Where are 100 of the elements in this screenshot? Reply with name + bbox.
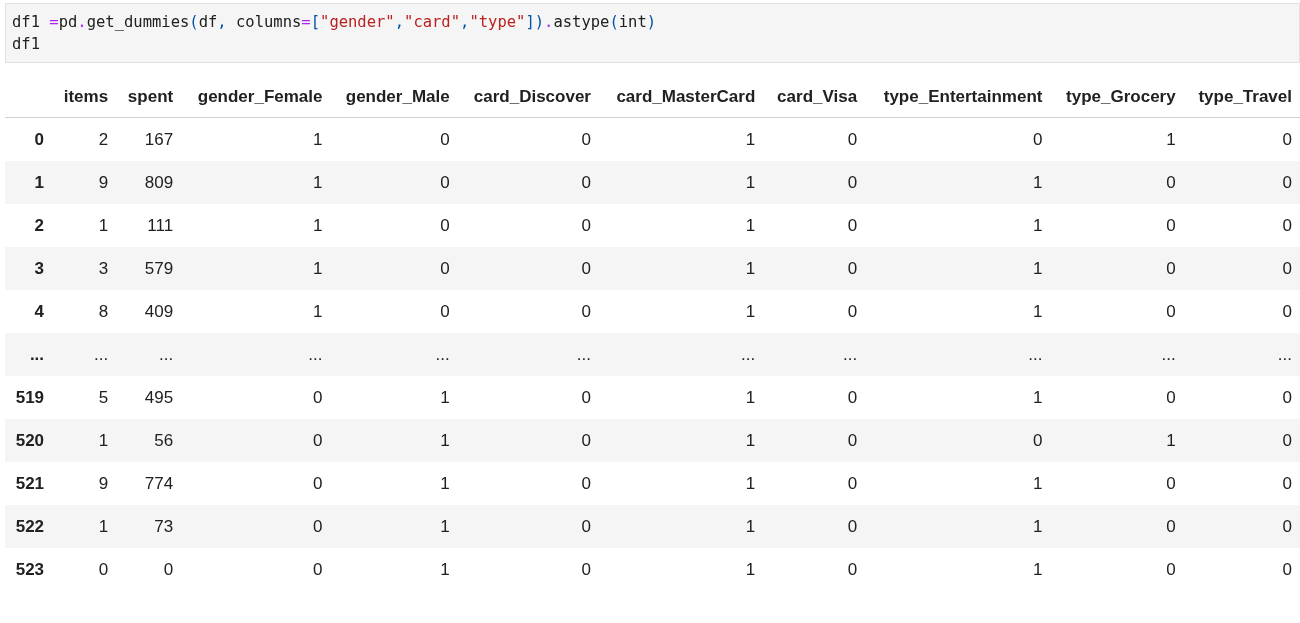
table-cell: 0 bbox=[1183, 419, 1300, 462]
code-cell[interactable]: df1 =pd.get_dummies(df, columns=["gender","card","type"]).astype(int) df1 bbox=[5, 3, 1300, 63]
table-cell: 1 bbox=[330, 376, 458, 419]
table-cell: 1 bbox=[865, 204, 1051, 247]
table-cell: 0 bbox=[763, 204, 866, 247]
table-cell: 1 bbox=[330, 419, 458, 462]
column-header: type_Grocery bbox=[1050, 77, 1184, 118]
table-cell: 0 bbox=[1183, 376, 1300, 419]
table-cell: 0 bbox=[330, 117, 458, 161]
column-header: gender_Male bbox=[330, 77, 458, 118]
table-cell: 1 bbox=[865, 376, 1051, 419]
table-cell: 0 bbox=[116, 548, 182, 591]
table-cell: 0 bbox=[457, 117, 599, 161]
table-cell: ... bbox=[1050, 333, 1184, 376]
table-cell: 1 bbox=[330, 462, 458, 505]
table-cell: 0 bbox=[1050, 548, 1184, 591]
row-index: 519 bbox=[5, 376, 53, 419]
table-cell: 0 bbox=[865, 117, 1051, 161]
table-cell: 495 bbox=[116, 376, 182, 419]
row-index: 4 bbox=[5, 290, 53, 333]
table-cell: 0 bbox=[1183, 548, 1300, 591]
table-cell: 1 bbox=[598, 161, 764, 204]
table-cell: 0 bbox=[763, 548, 866, 591]
table-cell: 0 bbox=[457, 247, 599, 290]
table-cell: 9 bbox=[52, 462, 117, 505]
table-cell: 1 bbox=[52, 419, 117, 462]
table-cell: 1 bbox=[598, 117, 764, 161]
table-cell: ... bbox=[763, 333, 866, 376]
row-index: 2 bbox=[5, 204, 53, 247]
table-cell: 0 bbox=[1183, 117, 1300, 161]
table-cell: 0 bbox=[1050, 376, 1184, 419]
table-cell: 1 bbox=[1050, 117, 1184, 161]
table-cell: 0 bbox=[457, 290, 599, 333]
table-cell: 0 bbox=[1183, 247, 1300, 290]
table-cell: 0 bbox=[1050, 505, 1184, 548]
table-cell: 8 bbox=[52, 290, 117, 333]
table-cell: 111 bbox=[116, 204, 182, 247]
table-cell: 0 bbox=[763, 290, 866, 333]
table-cell: ... bbox=[52, 333, 117, 376]
table-cell: 0 bbox=[763, 247, 866, 290]
table-cell: 0 bbox=[763, 505, 866, 548]
code-line: df1 bbox=[12, 34, 41, 55]
table-cell: 1 bbox=[52, 204, 117, 247]
row-index: ... bbox=[5, 333, 53, 376]
table-cell: 0 bbox=[457, 548, 599, 591]
table-cell: 1 bbox=[865, 161, 1051, 204]
table-cell: 0 bbox=[1050, 161, 1184, 204]
table-cell: 0 bbox=[52, 548, 117, 591]
table-cell: 0 bbox=[763, 462, 866, 505]
table-cell: 0 bbox=[457, 462, 599, 505]
table-cell: 0 bbox=[181, 376, 331, 419]
table-cell: 0 bbox=[330, 247, 458, 290]
table-cell: 0 bbox=[865, 419, 1051, 462]
column-header: gender_Female bbox=[181, 77, 331, 118]
table-cell: 1 bbox=[181, 204, 331, 247]
table-cell: 0 bbox=[1050, 204, 1184, 247]
table-cell: 0 bbox=[1183, 161, 1300, 204]
table-cell: 0 bbox=[330, 161, 458, 204]
table-cell: 809 bbox=[116, 161, 182, 204]
column-header: items bbox=[52, 77, 117, 118]
table-cell: 1 bbox=[865, 548, 1051, 591]
table-cell: 0 bbox=[763, 161, 866, 204]
table-cell: 1 bbox=[865, 247, 1051, 290]
table-cell: 1 bbox=[52, 505, 117, 548]
table-cell: 0 bbox=[457, 161, 599, 204]
table-cell: 0 bbox=[1050, 462, 1184, 505]
table-cell: 2 bbox=[52, 117, 117, 161]
table-cell: 409 bbox=[116, 290, 182, 333]
table-cell: 1 bbox=[598, 376, 764, 419]
table-cell: 1 bbox=[330, 548, 458, 591]
column-header: card_Discover bbox=[457, 77, 599, 118]
table-cell: 1 bbox=[598, 419, 764, 462]
column-header: type_Entertainment bbox=[865, 77, 1051, 118]
table-cell: ... bbox=[865, 333, 1051, 376]
table-cell: ... bbox=[330, 333, 458, 376]
code-line: df1 =pd.get_dummies(df, columns=["gender","card","type"]).astype(int) bbox=[12, 12, 658, 33]
table-cell: 1 bbox=[598, 548, 764, 591]
table-cell: ... bbox=[1183, 333, 1300, 376]
table-cell: 0 bbox=[763, 117, 866, 161]
table-cell: 0 bbox=[1183, 462, 1300, 505]
row-index: 521 bbox=[5, 462, 53, 505]
table-cell: ... bbox=[457, 333, 599, 376]
table-cell: 0 bbox=[457, 376, 599, 419]
table-cell: 1 bbox=[865, 462, 1051, 505]
table-cell: 0 bbox=[330, 290, 458, 333]
row-index: 0 bbox=[5, 117, 53, 161]
table-cell: 0 bbox=[1050, 290, 1184, 333]
row-index: 523 bbox=[5, 548, 53, 591]
table-cell: 1 bbox=[1050, 419, 1184, 462]
table-cell: 0 bbox=[1183, 505, 1300, 548]
table-cell: ... bbox=[116, 333, 182, 376]
row-index: 1 bbox=[5, 161, 53, 204]
table-cell: 0 bbox=[181, 548, 331, 591]
table-cell: 0 bbox=[181, 419, 331, 462]
table-cell: 9 bbox=[52, 161, 117, 204]
column-header: spent bbox=[116, 77, 182, 118]
table-cell: 579 bbox=[116, 247, 182, 290]
table-cell: 0 bbox=[1050, 247, 1184, 290]
table-cell: ... bbox=[598, 333, 764, 376]
column-header: type_Travel bbox=[1183, 77, 1300, 118]
